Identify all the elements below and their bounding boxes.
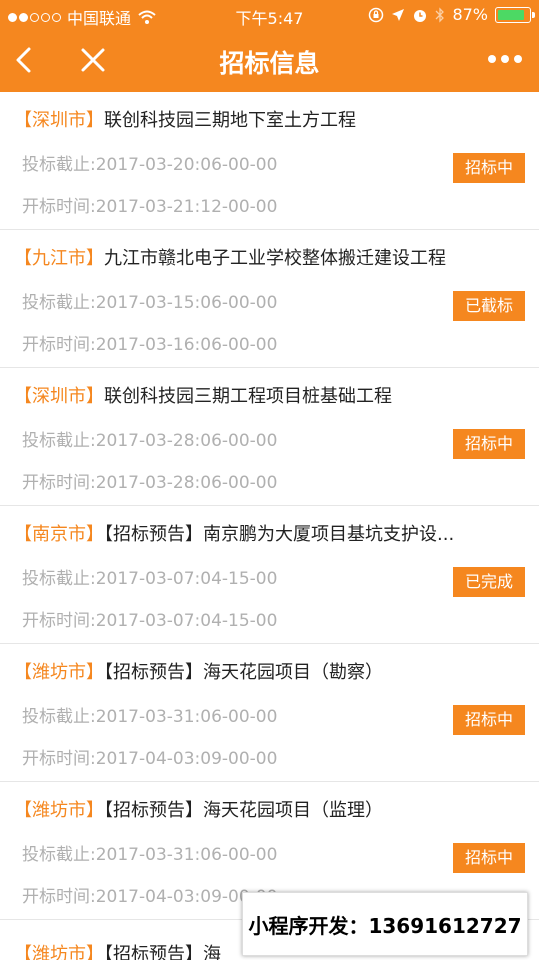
nav-bar: 招标信息 [0, 32, 539, 90]
item-title: 【南京市】【招标预告】南京鹏为大厦项目基坑支护设... [14, 520, 519, 546]
item-open-time: 开标时间:2017-03-21:12-00-00 [22, 197, 278, 217]
list-item[interactable]: 【九江市】九江市赣北电子工业学校整体搬迁建设工程 投标截止:2017-03-15… [0, 230, 539, 368]
app-header: 中国联通 下午5:47 87% 招标信息 [0, 0, 539, 92]
item-city: 【南京市】 [14, 524, 104, 545]
list-item[interactable]: 【南京市】【招标预告】南京鹏为大厦项目基坑支护设... 投标截止:2017-03… [0, 506, 539, 644]
item-open-time: 开标时间:2017-03-28:06-00-00 [22, 473, 278, 493]
item-title: 【九江市】九江市赣北电子工业学校整体搬迁建设工程 [14, 244, 519, 270]
item-deadline: 投标截止:2017-03-31:06-00-00 [22, 707, 278, 727]
item-title: 【深圳市】联创科技园三期地下室土方工程 [14, 106, 519, 132]
bluetooth-icon [435, 6, 445, 23]
item-city: 【潍坊市】 [14, 662, 104, 683]
battery-percent: 87% [452, 5, 488, 24]
list-item[interactable]: 【深圳市】联创科技园三期地下室土方工程 投标截止:2017-03-20:06-0… [0, 92, 539, 230]
status-badge: 已完成 [453, 567, 525, 597]
orientation-lock-icon [369, 7, 384, 22]
item-deadline: 投标截止:2017-03-07:04-15-00 [22, 569, 278, 589]
status-badge: 招标中 [453, 429, 525, 459]
item-city: 【深圳市】 [14, 110, 104, 131]
item-title: 【潍坊市】【招标预告】海天花园项目（监理） [14, 796, 519, 822]
item-deadline: 投标截止:2017-03-31:06-00-00 [22, 845, 278, 865]
status-right: 87% [368, 5, 535, 24]
status-bar: 中国联通 下午5:47 87% [0, 0, 539, 32]
more-icon[interactable] [487, 52, 523, 66]
item-name: 【招标预告】海天花园项目（监理） [104, 800, 383, 821]
item-deadline: 投标截止:2017-03-28:06-00-00 [22, 431, 278, 451]
location-icon [392, 8, 405, 21]
status-badge: 招标中 [453, 153, 525, 183]
status-badge: 招标中 [453, 705, 525, 735]
item-name: 联创科技园三期工程项目桩基础工程 [104, 386, 392, 407]
item-city: 【九江市】 [14, 248, 104, 269]
item-open-time: 开标时间:2017-04-03:09-00-00 [22, 749, 278, 769]
list-item[interactable]: 【深圳市】联创科技园三期工程项目桩基础工程 投标截止:2017-03-28:06… [0, 368, 539, 506]
watermark-contact: 小程序开发：13691612727 [242, 892, 528, 956]
item-city: 【潍坊市】 [14, 944, 104, 960]
item-name: 九江市赣北电子工业学校整体搬迁建设工程 [104, 248, 446, 269]
item-name: 【招标预告】南京鹏为大厦项目基坑支护设... [104, 524, 455, 545]
alarm-icon [414, 9, 427, 22]
item-deadline: 投标截止:2017-03-20:06-00-00 [22, 155, 278, 175]
item-open-time: 开标时间:2017-04-03:09-00-00 [22, 887, 278, 907]
tender-list: 【深圳市】联创科技园三期地下室土方工程 投标截止:2017-03-20:06-0… [0, 92, 539, 960]
status-badge: 招标中 [453, 843, 525, 873]
item-open-time: 开标时间:2017-03-07:04-15-00 [22, 611, 278, 631]
status-badge: 已截标 [453, 291, 525, 321]
item-name: 【招标预告】海天花园项目（勘察） [104, 662, 383, 683]
item-city: 【深圳市】 [14, 386, 104, 407]
list-item[interactable]: 【潍坊市】【招标预告】海天花园项目（勘察） 投标截止:2017-03-31:06… [0, 644, 539, 782]
item-name: 联创科技园三期地下室土方工程 [104, 110, 356, 131]
item-title: 【深圳市】联创科技园三期工程项目桩基础工程 [14, 382, 519, 408]
item-name: 【招标预告】海 [104, 944, 221, 960]
page-title: 招标信息 [219, 49, 320, 78]
battery-icon [495, 6, 535, 23]
item-open-time: 开标时间:2017-03-16:06-00-00 [22, 335, 278, 355]
item-deadline: 投标截止:2017-03-15:06-00-00 [22, 293, 278, 313]
item-title: 【潍坊市】【招标预告】海天花园项目（勘察） [14, 658, 519, 684]
item-city: 【潍坊市】 [14, 800, 104, 821]
